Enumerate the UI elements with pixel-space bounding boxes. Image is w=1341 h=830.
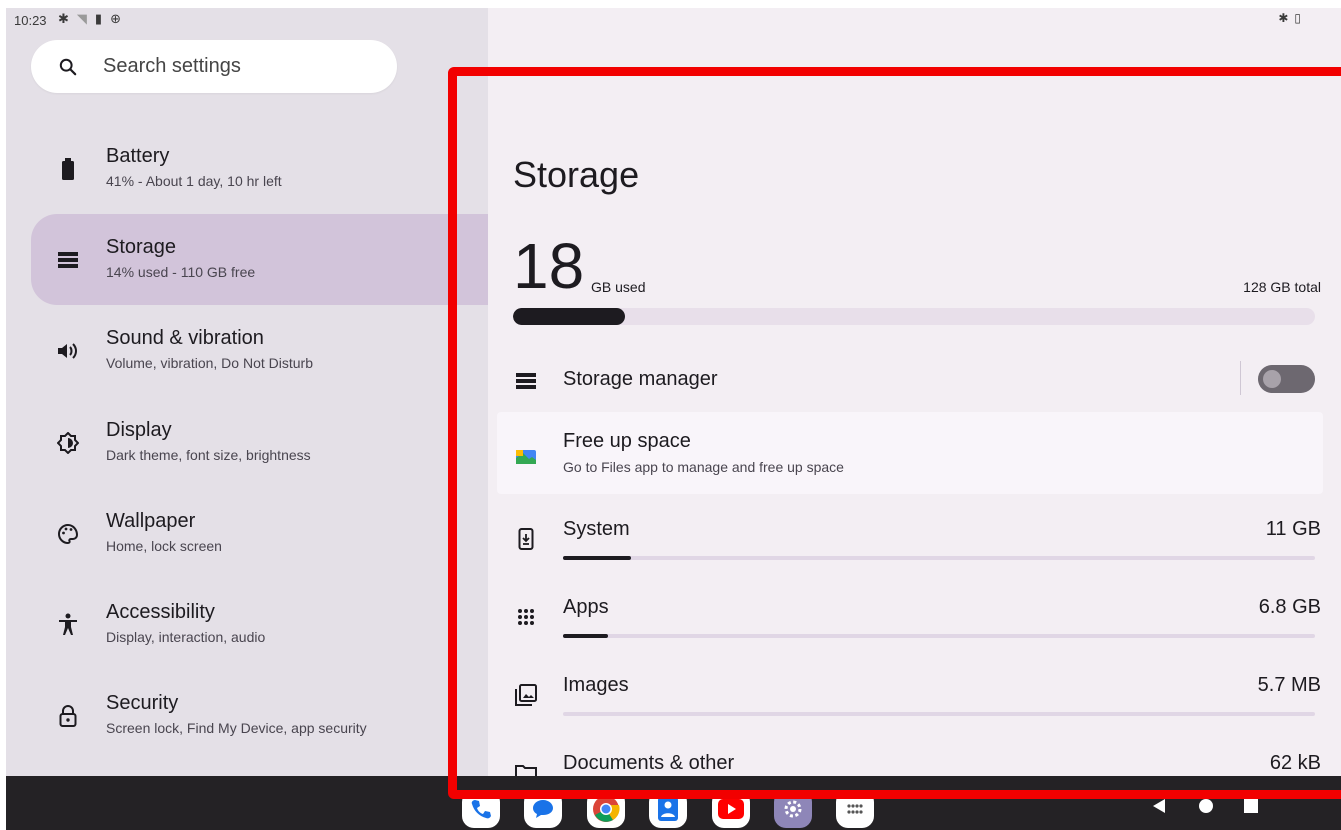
display-icon <box>55 430 81 456</box>
storage-manager-toggle[interactable] <box>1258 365 1315 393</box>
gear-icon: ✱ <box>58 11 69 26</box>
volume-icon <box>55 338 81 364</box>
lock-icon <box>55 703 81 729</box>
files-app-icon <box>515 446 537 468</box>
sidebar-item-subtitle: 41% - About 1 day, 10 hr left <box>106 173 282 189</box>
sidebar-item-title: Sound & vibration <box>106 327 264 349</box>
storage-usage-fill <box>513 308 626 325</box>
wifi-icon: ◥ <box>76 11 87 26</box>
sidebar-item-title: Display <box>106 419 172 441</box>
back-icon <box>1153 799 1165 813</box>
accessibility-icon <box>55 612 81 638</box>
sidebar-item-subtitle: 14% used - 110 GB free <box>106 264 256 280</box>
used-unit: GB used <box>591 279 646 295</box>
home-icon <box>1199 799 1213 813</box>
sidebar-item-storage[interactable]: Storage 14% used - 110 GB free <box>31 214 488 305</box>
toggle-knob <box>1263 370 1281 388</box>
category-label: Apps <box>563 596 609 618</box>
search-icon <box>59 58 77 75</box>
app-drawer-icon[interactable] <box>836 790 874 828</box>
category-label: System <box>563 518 630 540</box>
home-button[interactable] <box>1198 798 1214 819</box>
storage-icon <box>55 247 81 273</box>
category-size: 6.8 GB <box>1258 596 1321 618</box>
sidebar-item-sound[interactable]: Sound & vibration Volume, vibration, Do … <box>31 305 461 396</box>
free-up-space-title: Free up space <box>563 430 691 452</box>
bluetooth-icon: ✱ <box>1278 11 1289 25</box>
category-size: 5.7 MB <box>1257 674 1321 696</box>
sim-icon: ▮ <box>94 11 103 26</box>
system-icon <box>515 528 537 550</box>
category-usage-bar <box>563 712 1315 716</box>
storage-icon <box>515 370 537 392</box>
storage-detail-pane: Storage 18 GB used 128 GB total Storage … <box>488 34 1341 782</box>
recents-icon <box>1244 799 1258 813</box>
storage-usage-bar <box>513 308 1315 325</box>
palette-icon <box>55 521 81 547</box>
free-up-space-card[interactable] <box>497 412 1323 494</box>
contacts-app-icon[interactable] <box>649 790 687 828</box>
category-label: Documents & other <box>563 752 735 774</box>
vpn-icon: ⊕ <box>110 11 121 26</box>
search-bar[interactable]: Search settings <box>31 40 397 93</box>
category-usage-bar <box>563 556 1315 560</box>
settings-app-icon[interactable] <box>774 790 812 828</box>
sidebar-item-title: Security <box>106 692 179 714</box>
sidebar-item-security[interactable]: Security Screen lock, Find My Device, ap… <box>31 670 461 761</box>
taskbar <box>6 776 1341 830</box>
free-up-space-subtitle: Go to Files app to manage and free up sp… <box>563 459 844 475</box>
youtube-app-icon[interactable] <box>712 790 750 828</box>
sidebar-item-accessibility[interactable]: Accessibility Display, interaction, audi… <box>31 579 461 670</box>
category-usage-bar <box>563 634 1315 638</box>
sidebar-item-battery[interactable]: Battery 41% - About 1 day, 10 hr left <box>31 123 461 214</box>
tablet-screen: Search settings Battery 41% - About 1 da… <box>6 8 1341 830</box>
sidebar-item-display[interactable]: Display Dark theme, font size, brightnes… <box>31 397 461 488</box>
sidebar-item-wallpaper[interactable]: Wallpaper Home, lock screen <box>31 488 461 579</box>
category-size: 11 GB <box>1265 518 1321 540</box>
messages-app-icon[interactable] <box>524 790 562 828</box>
phone-app-icon[interactable] <box>462 790 500 828</box>
row-divider <box>1240 361 1241 395</box>
category-usage-fill <box>563 634 609 638</box>
settings-sidebar: Search settings Battery 41% - About 1 da… <box>6 8 488 776</box>
total-capacity: 128 GB total <box>1243 279 1321 295</box>
recents-button[interactable] <box>1243 798 1259 819</box>
sidebar-item-subtitle: Screen lock, Find My Device, app securit… <box>106 720 367 736</box>
sidebar-item-title: Wallpaper <box>106 510 196 532</box>
battery-icon <box>55 156 81 182</box>
category-size: 62 kB <box>1269 752 1321 774</box>
back-button[interactable] <box>1151 798 1167 819</box>
status-icons-left: ✱ ◥ ▮ ⊕ <box>58 11 121 27</box>
category-label: Images <box>563 674 629 696</box>
apps-grid-icon <box>515 606 537 628</box>
storage-manager-label: Storage manager <box>563 368 718 390</box>
status-bar: 10:23 ✱ ◥ ▮ ⊕ ✱ ▯ <box>6 8 1341 34</box>
category-usage-fill <box>563 556 631 560</box>
sidebar-item-subtitle: Display, interaction, audio <box>106 629 266 645</box>
sidebar-item-title: Storage <box>106 236 177 258</box>
search-placeholder: Search settings <box>103 55 241 77</box>
used-amount: 18 <box>513 230 585 302</box>
battery-icon: ▯ <box>1294 11 1301 25</box>
status-icons-right: ✱ ▯ <box>1278 11 1301 25</box>
sidebar-item-subtitle: Volume, vibration, Do Not Disturb <box>106 355 313 371</box>
sidebar-item-subtitle: Home, lock screen <box>106 538 222 554</box>
chrome-app-icon[interactable] <box>587 790 625 828</box>
page-title: Storage <box>513 154 640 195</box>
sidebar-item-title: Battery <box>106 145 170 167</box>
images-icon <box>515 684 537 706</box>
status-time: 10:23 <box>14 13 47 28</box>
sidebar-item-subtitle: Dark theme, font size, brightness <box>106 447 311 463</box>
sidebar-item-title: Accessibility <box>106 601 215 623</box>
